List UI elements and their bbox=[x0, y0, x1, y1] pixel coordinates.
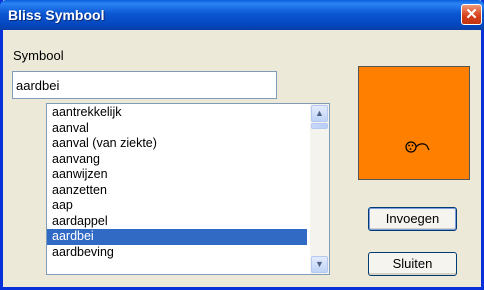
title-bar[interactable]: Bliss Symbool ✕ bbox=[0, 0, 484, 30]
list-item[interactable]: aanwijzen bbox=[47, 167, 307, 183]
symbol-list-items: aantrekkelijk aanval aanval (van ziekte)… bbox=[47, 105, 307, 260]
list-item[interactable]: aardbeving bbox=[47, 245, 307, 261]
window-title: Bliss Symbool bbox=[8, 7, 105, 23]
close-button[interactable]: Sluiten bbox=[368, 252, 457, 276]
list-item[interactable]: aantrekkelijk bbox=[47, 105, 307, 121]
list-item[interactable]: aanzetten bbox=[47, 183, 307, 199]
insert-button[interactable]: Invoegen bbox=[368, 207, 457, 231]
scroll-thumb[interactable] bbox=[311, 123, 328, 129]
symbol-label: Symbool bbox=[13, 48, 64, 63]
list-item[interactable]: aanval (van ziekte) bbox=[47, 136, 307, 152]
symbol-input[interactable] bbox=[12, 71, 277, 99]
list-scrollbar[interactable]: ▲ ▼ bbox=[310, 104, 329, 274]
scroll-up-icon[interactable]: ▲ bbox=[311, 105, 328, 122]
list-item[interactable]: aap bbox=[47, 198, 307, 214]
list-item[interactable]: aardappel bbox=[47, 214, 307, 230]
symbol-preview bbox=[358, 66, 470, 180]
symbol-list[interactable]: aantrekkelijk aanval aanval (van ziekte)… bbox=[46, 103, 330, 275]
scroll-down-icon[interactable]: ▼ bbox=[311, 256, 328, 273]
list-item[interactable]: aanval bbox=[47, 121, 307, 137]
close-icon[interactable]: ✕ bbox=[461, 4, 482, 25]
list-item-selected[interactable]: aardbei bbox=[47, 229, 307, 245]
bliss-strawberry-icon bbox=[405, 141, 430, 153]
list-item[interactable]: aanvang bbox=[47, 152, 307, 168]
